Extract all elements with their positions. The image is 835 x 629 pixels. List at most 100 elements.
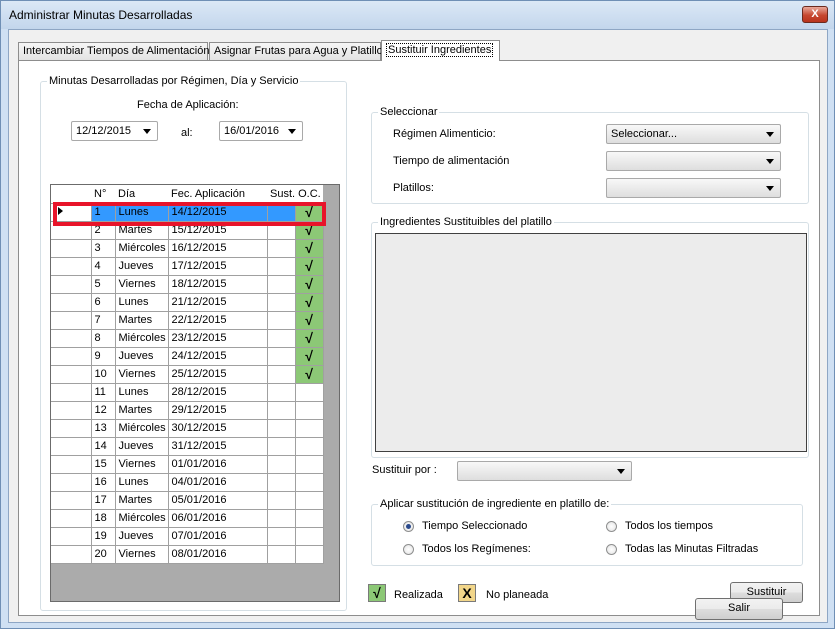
row-header bbox=[51, 365, 92, 384]
cell-oc: √ bbox=[295, 329, 324, 348]
cell-oc bbox=[295, 419, 324, 438]
table-row[interactable]: 12 Martes 29/12/2015 bbox=[51, 401, 324, 420]
cell-n: 8 bbox=[91, 329, 116, 348]
radio-button[interactable] bbox=[606, 544, 617, 555]
cell-oc bbox=[295, 455, 324, 474]
tab-sustituir-ingredientes[interactable]: Sustituir Ingredientes bbox=[381, 40, 500, 61]
table-row[interactable]: 6 Lunes 21/12/2015 √ bbox=[51, 293, 324, 312]
table-row[interactable]: 9 Jueves 24/12/2015 √ bbox=[51, 347, 324, 366]
table-row[interactable]: 1 Lunes 14/12/2015 √ bbox=[51, 203, 324, 222]
table-row[interactable]: 19 Jueves 07/01/2016 bbox=[51, 527, 324, 546]
no-planeada-label: No planeada bbox=[486, 589, 549, 601]
seleccionar-group-legend: Seleccionar bbox=[378, 106, 440, 118]
col-header-fecha[interactable]: Fec. Aplicación bbox=[168, 185, 267, 204]
cell-oc bbox=[295, 383, 324, 402]
cell-n: 14 bbox=[91, 437, 116, 456]
cell-sust bbox=[267, 545, 296, 564]
cell-sust bbox=[267, 437, 296, 456]
table-row[interactable]: 8 Miércoles 23/12/2015 √ bbox=[51, 329, 324, 348]
cell-oc: √ bbox=[295, 275, 324, 294]
platillos-select[interactable] bbox=[606, 178, 781, 198]
table-row[interactable]: 3 Miércoles 16/12/2015 √ bbox=[51, 239, 324, 258]
cell-n: 4 bbox=[91, 257, 116, 276]
cell-fecha: 31/12/2015 bbox=[168, 437, 268, 456]
ingredientes-group-legend: Ingredientes Sustituibles del platillo bbox=[378, 216, 554, 228]
col-header-n[interactable]: N° bbox=[91, 185, 115, 204]
minutas-group-legend: Minutas Desarrolladas por Régimen, Día y… bbox=[47, 75, 301, 87]
radio-button[interactable] bbox=[403, 521, 414, 532]
tab-asignar-frutas[interactable]: Asignar Frutas para Agua y Platillo bbox=[209, 42, 383, 60]
table-row[interactable]: 18 Miércoles 06/01/2016 bbox=[51, 509, 324, 528]
table-row[interactable]: 14 Jueves 31/12/2015 bbox=[51, 437, 324, 456]
cell-sust bbox=[267, 491, 296, 510]
from-date-picker[interactable]: 12/12/2015 bbox=[71, 121, 158, 141]
cell-fecha: 08/01/2016 bbox=[168, 545, 268, 564]
regimen-select[interactable]: Seleccionar... bbox=[606, 124, 781, 144]
tab-intercambiar-tiempos[interactable]: Intercambiar Tiempos de Alimentación bbox=[18, 42, 209, 60]
cell-oc: √ bbox=[295, 239, 324, 258]
row-header-corner bbox=[51, 185, 91, 204]
tiempo-select[interactable] bbox=[606, 151, 781, 171]
radio-button[interactable] bbox=[606, 521, 617, 532]
close-window-button[interactable]: X bbox=[802, 6, 828, 23]
cell-fecha: 28/12/2015 bbox=[168, 383, 268, 402]
cell-dia: Jueves bbox=[115, 347, 169, 366]
main-window: Administrar Minutas Desarrolladas X Inte… bbox=[0, 0, 835, 629]
radio-button[interactable] bbox=[403, 544, 414, 555]
row-header bbox=[51, 347, 92, 366]
cell-fecha: 06/01/2016 bbox=[168, 509, 268, 528]
cell-dia: Jueves bbox=[115, 527, 169, 546]
col-header-sust[interactable]: Sust. bbox=[267, 185, 296, 204]
cell-sust bbox=[267, 239, 296, 258]
chevron-down-icon bbox=[766, 159, 774, 164]
cell-n: 18 bbox=[91, 509, 116, 528]
chevron-down-icon bbox=[143, 129, 151, 134]
cell-dia: Martes bbox=[115, 311, 169, 330]
to-date-picker[interactable]: 16/01/2016 bbox=[219, 121, 303, 141]
cell-sust bbox=[267, 347, 296, 366]
chevron-down-icon bbox=[766, 186, 774, 191]
cell-dia: Lunes bbox=[115, 383, 169, 402]
cell-sust bbox=[267, 401, 296, 420]
cell-n: 11 bbox=[91, 383, 116, 402]
table-row[interactable]: 16 Lunes 04/01/2016 bbox=[51, 473, 324, 492]
table-row[interactable]: 5 Viernes 18/12/2015 √ bbox=[51, 275, 324, 294]
grid-header-row: N° Día Fec. Aplicación Sust. O.C. bbox=[51, 185, 324, 204]
cell-n: 3 bbox=[91, 239, 116, 258]
row-header bbox=[51, 455, 92, 474]
row-header bbox=[51, 545, 92, 564]
table-row[interactable]: 20 Viernes 08/01/2016 bbox=[51, 545, 324, 564]
table-row[interactable]: 10 Viernes 25/12/2015 √ bbox=[51, 365, 324, 384]
table-row[interactable]: 13 Miércoles 30/12/2015 bbox=[51, 419, 324, 438]
platillos-label: Platillos: bbox=[393, 182, 434, 194]
cell-dia: Martes bbox=[115, 221, 169, 240]
realizada-label: Realizada bbox=[394, 589, 443, 601]
cell-fecha: 21/12/2015 bbox=[168, 293, 268, 312]
cell-n: 13 bbox=[91, 419, 116, 438]
table-row[interactable]: 11 Lunes 28/12/2015 bbox=[51, 383, 324, 402]
ingredientes-list[interactable] bbox=[375, 233, 807, 452]
cell-dia: Viernes bbox=[115, 365, 169, 384]
to-date-value: 16/01/2016 bbox=[224, 125, 280, 137]
cell-n: 5 bbox=[91, 275, 116, 294]
cell-dia: Martes bbox=[115, 401, 169, 420]
tiempo-label: Tiempo de alimentación bbox=[393, 155, 510, 167]
salir-button[interactable]: Salir bbox=[695, 598, 783, 620]
row-header bbox=[51, 509, 92, 528]
table-row[interactable]: 2 Martes 15/12/2015 √ bbox=[51, 221, 324, 240]
radio-label: Todos los tiempos bbox=[625, 520, 714, 532]
row-header bbox=[51, 275, 92, 294]
row-header bbox=[51, 311, 92, 330]
row-header bbox=[51, 239, 92, 258]
row-header bbox=[51, 293, 92, 312]
table-row[interactable]: 7 Martes 22/12/2015 √ bbox=[51, 311, 324, 330]
col-header-dia[interactable]: Día bbox=[115, 185, 168, 204]
sustituir-por-select[interactable] bbox=[457, 461, 632, 481]
table-row[interactable]: 15 Viernes 01/01/2016 bbox=[51, 455, 324, 474]
cell-fecha: 15/12/2015 bbox=[168, 221, 268, 240]
minutas-grid[interactable]: N° Día Fec. Aplicación Sust. O.C. 1 Lunes… bbox=[50, 184, 340, 602]
cell-n: 12 bbox=[91, 401, 116, 420]
table-row[interactable]: 17 Martes 05/01/2016 bbox=[51, 491, 324, 510]
col-header-oc[interactable]: O.C. bbox=[295, 185, 324, 204]
table-row[interactable]: 4 Jueves 17/12/2015 √ bbox=[51, 257, 324, 276]
